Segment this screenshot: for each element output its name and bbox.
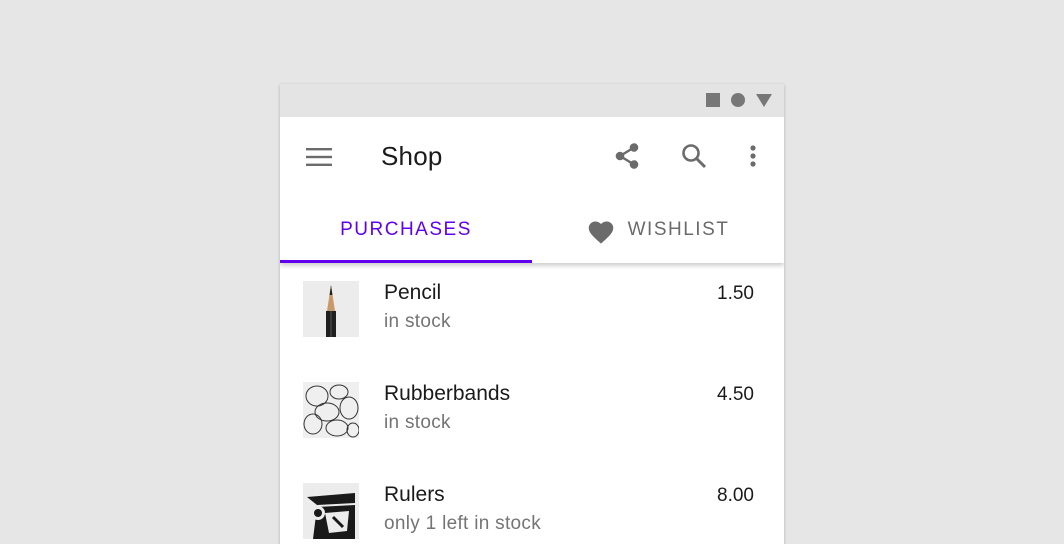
- active-tab-indicator: [280, 260, 532, 263]
- item-stock-status: in stock: [384, 311, 451, 332]
- tab-wishlist-label: WISHLIST: [627, 219, 730, 240]
- purchase-list: Pencil in stock 1.50 Rubberbands in stoc…: [280, 263, 784, 544]
- item-stock-status: in stock: [384, 412, 451, 433]
- tab-purchases-label: PURCHASES: [340, 219, 472, 240]
- status-icons: [706, 93, 772, 107]
- more-options-button[interactable]: [741, 141, 771, 171]
- search-button[interactable]: [679, 141, 709, 171]
- tab-wishlist[interactable]: WISHLIST: [532, 197, 784, 263]
- item-price: 8.00: [717, 485, 754, 506]
- rulers-image: [303, 483, 359, 539]
- status-bar: [280, 84, 784, 117]
- more-vert-icon: [750, 145, 756, 167]
- tab-purchases[interactable]: PURCHASES: [280, 197, 532, 263]
- pencil-image: [303, 281, 359, 337]
- item-title: Rubberbands: [384, 382, 511, 405]
- page-title: Shop: [381, 141, 443, 171]
- search-icon: [682, 144, 707, 169]
- list-item[interactable]: Rubberbands in stock 4.50: [280, 364, 784, 465]
- tab-bar: PURCHASES WISHLIST: [280, 197, 784, 263]
- menu-button[interactable]: [306, 145, 332, 169]
- item-price: 1.50: [717, 283, 754, 304]
- triangle-icon: [756, 93, 772, 107]
- heart-icon: [588, 221, 613, 244]
- circle-icon: [731, 93, 745, 107]
- item-price: 4.50: [717, 384, 754, 405]
- list-item[interactable]: Pencil in stock 1.50: [280, 263, 784, 364]
- item-title: Pencil: [384, 281, 442, 304]
- share-button[interactable]: [612, 141, 642, 171]
- top-app-bar: Shop: [280, 117, 784, 197]
- square-icon: [706, 93, 720, 107]
- rubberbands-image: [303, 382, 359, 438]
- item-title: Rulers: [384, 483, 445, 506]
- phone-frame: Shop PURCHASES WISHLIST Pencil in stock …: [280, 84, 784, 544]
- menu-icon: [306, 148, 332, 166]
- share-icon: [615, 143, 639, 169]
- list-item[interactable]: Rulers only 1 left in stock 8.00: [280, 465, 784, 544]
